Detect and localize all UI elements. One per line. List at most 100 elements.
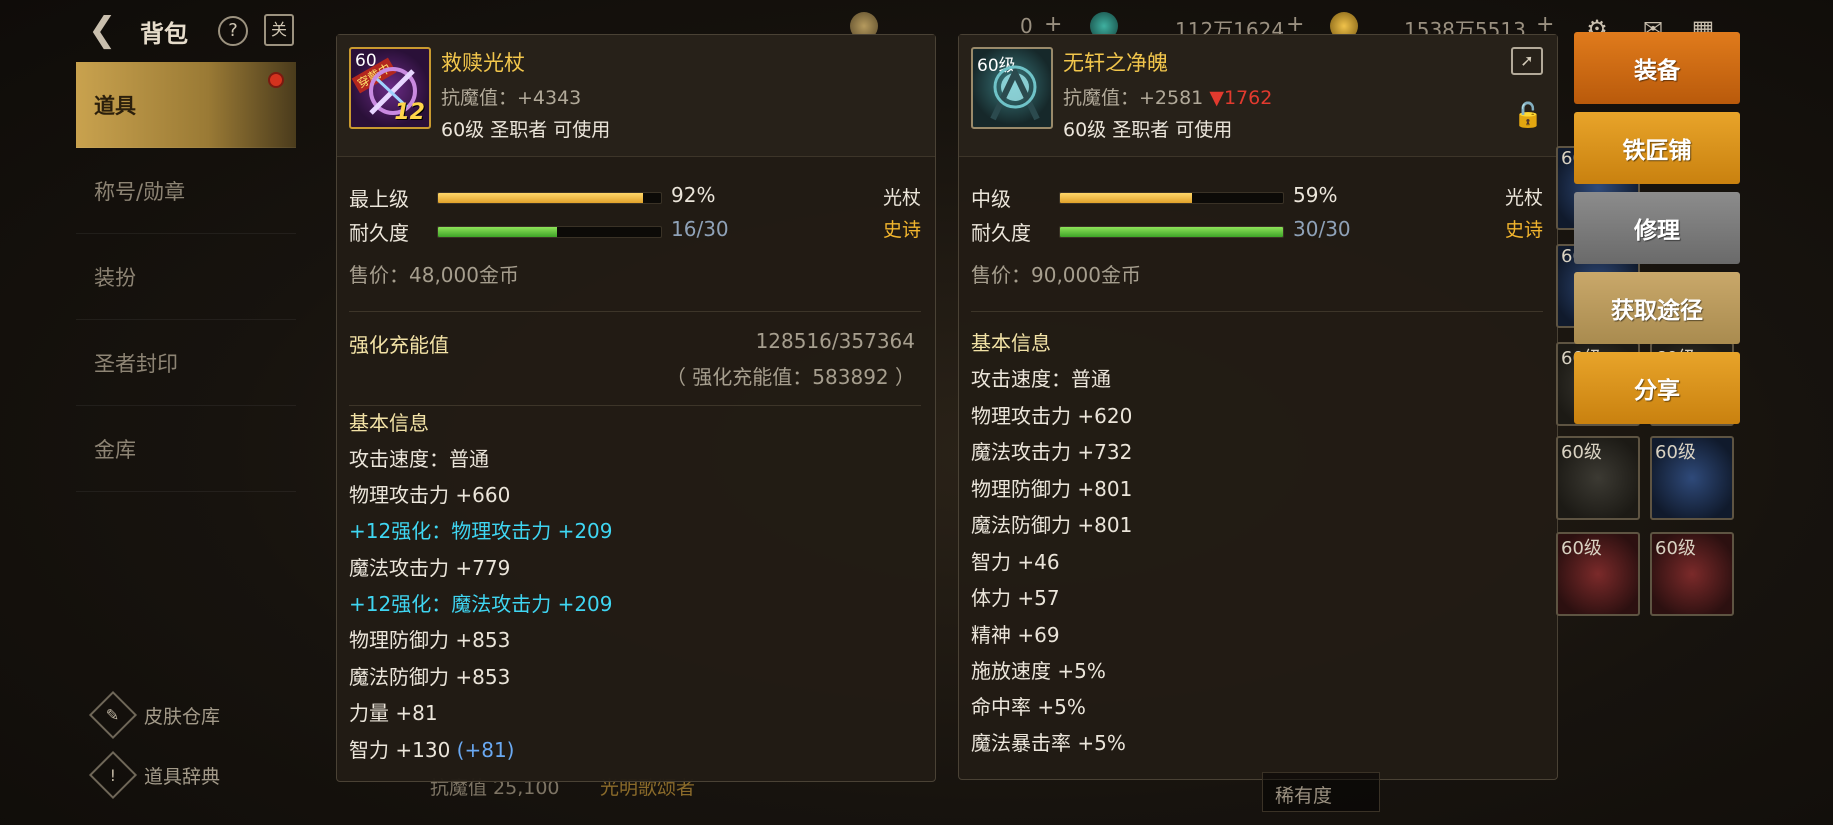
inventory-slot[interactable]: 60级 (1556, 532, 1640, 616)
page-title: 背包 (140, 20, 188, 48)
magic-resist-value: 抗魔值：+2581 (1063, 87, 1204, 109)
stat-line: 攻击速度：普通 (349, 447, 489, 471)
obtain-source-button[interactable]: 获取途径 (1574, 272, 1740, 344)
grade-bar-fill (1060, 193, 1192, 203)
stat-line: 物理攻击力 +660 (349, 483, 511, 507)
inventory-slot[interactable]: 60级 (1650, 436, 1734, 520)
sell-price: 售价：48,000金币 (349, 263, 519, 287)
slot-level: 60级 (1655, 442, 1696, 463)
stat-line: 精神 +69 (971, 623, 1060, 647)
stat-bonus: (+81) (456, 738, 515, 762)
skin-storage-label: 皮肤仓库 (144, 705, 221, 728)
weapon-type: 光杖 (1504, 187, 1543, 209)
item-name: 救赎光杖 (441, 51, 525, 75)
action-buttons: 装备 铁匠铺 修理 获取途径 分享 (1574, 32, 1740, 432)
sidebar-item-label: 道具 (94, 93, 136, 118)
weapon-type: 光杖 (882, 187, 921, 209)
slot-level: 60级 (1561, 538, 1602, 559)
usable-requirement: 60级 圣职者 可使用 (1063, 119, 1233, 141)
durability-label: 耐久度 (349, 221, 409, 245)
divider (971, 311, 1543, 312)
sidebar-item-label: 称号/勋章 (94, 179, 186, 204)
equip-button[interactable]: 装备 (1574, 32, 1740, 104)
stat-line: 魔法防御力 +853 (349, 665, 511, 689)
item-header: 60 穿戴中 12 救赎光杖 抗魔值：+4343 60级 圣职者 可使用 (337, 35, 935, 157)
slot-level: 60级 (1655, 538, 1696, 559)
grade-label: 中级 (971, 187, 1011, 211)
rarity-label: 史诗 (1504, 219, 1543, 241)
stat-line: 物理攻击力 +620 (971, 404, 1133, 428)
sidebar-item-label: 装扮 (94, 265, 136, 290)
stat-line-int: 智力 +130 (+81) (349, 734, 514, 763)
notification-dot (268, 72, 284, 88)
stat-line: 命中率 +5% (971, 695, 1086, 719)
durability-bar (437, 226, 662, 238)
basic-info-title: 基本信息 (971, 331, 1051, 355)
charge-title: 强化充能值 (349, 333, 449, 357)
item-dictionary-label: 道具辞典 (144, 765, 221, 788)
share-button[interactable]: 分享 (1574, 352, 1740, 424)
selected-item-card: 60级 无轩之净魄 抗魔值：+2581 ▼1762 60级 圣职者 可使用 ➚ … (958, 34, 1558, 780)
repair-button[interactable]: 修理 (1574, 192, 1740, 264)
usable-requirement: 60级 圣职者 可使用 (441, 119, 611, 141)
divider (349, 405, 921, 406)
magic-resist-value: 抗魔值：+4343 (441, 87, 582, 109)
stat-line: 魔法攻击力 +779 (349, 556, 511, 580)
rarity-filter-dropdown[interactable]: 稀有度 (1262, 772, 1380, 812)
help-icon[interactable]: ? (218, 16, 248, 46)
inventory-slot[interactable]: 60级 (1556, 436, 1640, 520)
stat-line: 力量 +81 (349, 701, 438, 725)
grade-percent: 92% (671, 183, 716, 207)
grade-label: 最上级 (349, 187, 409, 211)
stat-line-enhance: +12强化：物理攻击力 +209 (349, 519, 613, 543)
charge-total: （ 强化充能值：583892 ） (665, 365, 915, 389)
grade-bar (437, 192, 662, 204)
share-icon[interactable]: ➚ (1511, 47, 1543, 75)
sidebar-item-avatar[interactable]: 装扮 (76, 234, 296, 320)
lock-icon[interactable]: 🔓 (1513, 101, 1543, 131)
staff-art-icon (990, 65, 1040, 121)
item-dictionary-link[interactable]: ! 道具辞典 (88, 750, 221, 800)
blacksmith-button[interactable]: 铁匠铺 (1574, 112, 1740, 184)
charge-value: 128516/357364 (755, 329, 915, 353)
sidebar-item-vault[interactable]: 金库 (76, 406, 296, 492)
stat-line: 物理防御力 +801 (971, 477, 1133, 501)
durability-bar-fill (438, 227, 557, 237)
book-icon: ! (88, 750, 138, 800)
grade-bar-fill (438, 193, 644, 203)
magic-resist-line: 抗魔值：+2581 ▼1762 (1063, 83, 1272, 110)
inventory-slot[interactable]: 60级 (1650, 532, 1734, 616)
stat-line: 物理防御力 +853 (349, 628, 511, 652)
enhance-level-tag: 12 (394, 100, 425, 125)
sidebar-item-label: 金库 (94, 437, 136, 462)
durability-value: 30/30 (1293, 217, 1351, 241)
stat-line: 魔法防御力 +801 (971, 513, 1133, 537)
equipped-item-card: 60 穿戴中 12 救赎光杖 抗魔值：+4343 60级 圣职者 可使用 最上级… (336, 34, 936, 782)
stat-line: 魔法攻击力 +732 (971, 440, 1133, 464)
calendar-icon[interactable]: 关 (264, 14, 294, 46)
stat-line: 攻击速度：普通 (971, 367, 1111, 391)
brush-icon: ✎ (88, 690, 138, 740)
magic-resist-diff: ▼1762 (1209, 87, 1273, 109)
durability-label: 耐久度 (971, 221, 1031, 245)
stat-line: 智力 +46 (971, 550, 1060, 574)
sidebar-item-items[interactable]: 道具 (76, 62, 296, 148)
skin-storage-link[interactable]: ✎ 皮肤仓库 (88, 690, 221, 740)
staff-item-icon: 60 穿戴中 12 (349, 47, 431, 129)
stat-line-enhance: +12强化：魔法攻击力 +209 (349, 592, 613, 616)
grade-bar (1059, 192, 1284, 204)
staff-item-icon: 60级 (971, 47, 1053, 129)
category-sidebar: 道具 称号/勋章 装扮 圣者封印 金库 (76, 62, 296, 492)
basic-info-title: 基本信息 (349, 411, 429, 435)
sidebar-item-seal[interactable]: 圣者封印 (76, 320, 296, 406)
stat-line: 魔法暴击率 +5% (971, 731, 1126, 755)
back-arrow-icon[interactable]: ❮ (88, 12, 128, 48)
stat-line: 施放速度 +5% (971, 659, 1106, 683)
durability-bar-fill (1060, 227, 1283, 237)
rarity-label: 史诗 (882, 219, 921, 241)
durability-bar (1059, 226, 1284, 238)
sidebar-item-titles[interactable]: 称号/勋章 (76, 148, 296, 234)
item-header: 60级 无轩之净魄 抗魔值：+2581 ▼1762 60级 圣职者 可使用 ➚ … (959, 35, 1557, 157)
divider (349, 311, 921, 312)
sidebar-item-label: 圣者封印 (94, 351, 178, 376)
